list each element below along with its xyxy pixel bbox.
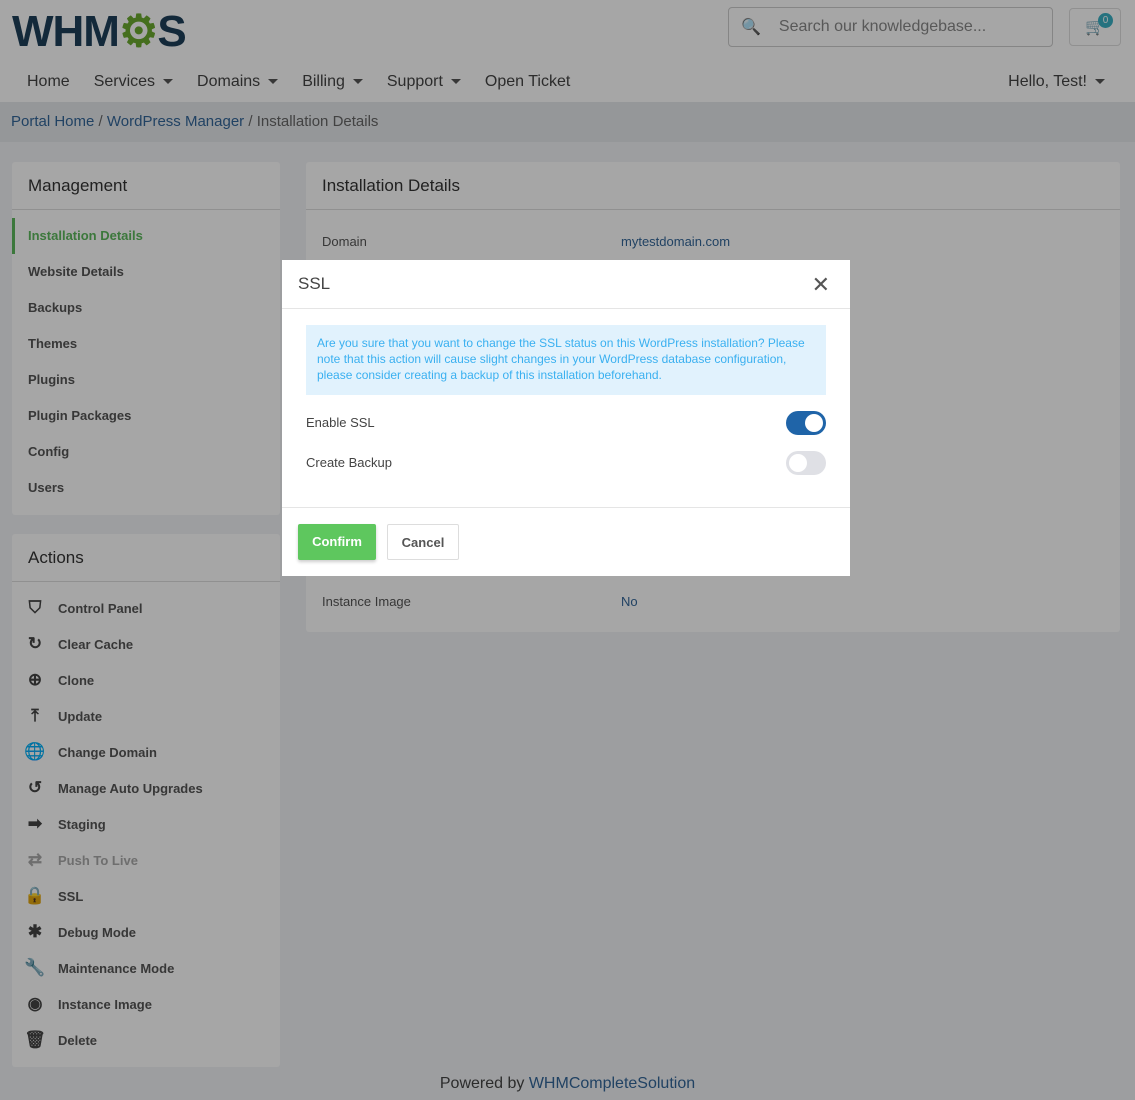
cancel-button[interactable]: Cancel xyxy=(387,524,459,560)
close-icon[interactable]: ✕ xyxy=(812,272,830,298)
modal-title: SSL xyxy=(298,274,331,293)
create-backup-label: Create Backup xyxy=(306,455,392,470)
ssl-warning-alert: Are you sure that you want to change the… xyxy=(306,325,826,395)
create-backup-toggle[interactable] xyxy=(786,451,826,475)
enable-ssl-toggle[interactable] xyxy=(786,411,826,435)
confirm-button[interactable]: Confirm xyxy=(298,524,376,560)
enable-ssl-label: Enable SSL xyxy=(306,415,375,430)
ssl-modal: SSL ✕ Are you sure that you want to chang… xyxy=(282,260,850,576)
